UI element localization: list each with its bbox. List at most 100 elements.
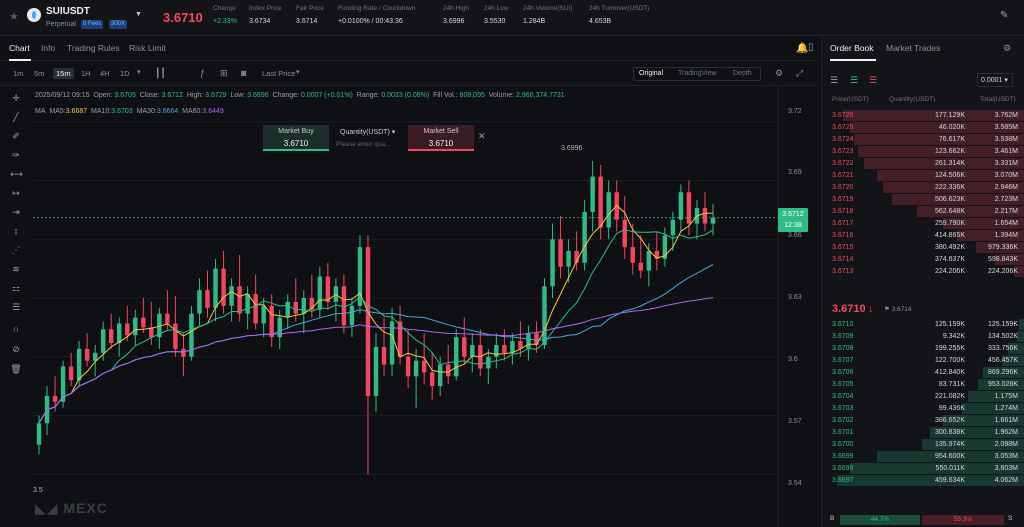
ask-row[interactable]: 3.6714 374.637K 598.843K [822, 254, 1024, 266]
candle-body[interactable] [293, 301, 298, 314]
settings-icon[interactable]: ⚙ [1003, 43, 1011, 54]
candle-body[interactable] [205, 290, 210, 308]
bid-row[interactable]: 3.6709 9.342K 134.502K [822, 331, 1024, 343]
quantity-input[interactable] [336, 139, 404, 149]
pen-icon[interactable]: ✑ [10, 150, 22, 161]
close-icon[interactable]: ✕ [478, 131, 486, 142]
settings-icon[interactable]: ⚙ [775, 68, 783, 79]
candle-body[interactable] [245, 294, 250, 314]
more-timeframes-icon[interactable]: ▾ [137, 68, 141, 76]
tab-risk-limit[interactable]: Risk Limit [129, 43, 166, 53]
bid-row[interactable]: 3.6708 199.255K 333.756K [822, 343, 1024, 355]
chart-area[interactable]: 2025/09/12 09:15 Open: 3.6705 Close: 3.6… [33, 87, 818, 527]
fullscreen-icon[interactable]: ⤢ [796, 68, 803, 79]
timeframe-15m[interactable]: 15m [53, 68, 74, 79]
candle-body[interactable] [237, 286, 242, 314]
trash-icon[interactable]: 🗑 [10, 364, 22, 375]
candle-body[interactable] [173, 323, 178, 349]
bid-row[interactable]: 3.6703 99.436K 1.274M [822, 403, 1024, 415]
candle-body[interactable] [100, 329, 106, 353]
horizontal-line-icon[interactable]: ⟷ [10, 169, 23, 180]
candle-body[interactable] [229, 286, 234, 306]
candle-body[interactable] [446, 364, 451, 377]
candle-body[interactable] [598, 176, 603, 228]
candle-body[interactable] [165, 313, 170, 324]
parallel-channel-icon[interactable]: ⋰ [10, 245, 22, 256]
crosshair-icon[interactable]: ✛ [10, 93, 22, 104]
candle-body[interactable] [510, 341, 515, 353]
ask-row[interactable]: 3.6713 224.206K 224.206K [822, 266, 1024, 278]
timeframe-4h[interactable]: 4H [100, 69, 110, 78]
ask-row[interactable]: 3.6723 123.662K 3.461M [822, 146, 1024, 158]
market-buy-button[interactable]: Market Buy 3.6710 [263, 125, 329, 151]
precision-select[interactable]: 0.0001 ▾ [977, 73, 1013, 87]
view-tradingview[interactable]: TradingView [678, 70, 717, 77]
candle-body[interactable] [454, 337, 459, 377]
eye-icon[interactable]: ⊘ [10, 344, 22, 355]
candle-body[interactable] [502, 344, 507, 353]
candle-body[interactable] [221, 268, 226, 306]
trend-line-icon[interactable]: ╱ [10, 112, 22, 123]
bid-row[interactable]: 3.6710 125.159K 125.159K [822, 319, 1024, 331]
ask-row[interactable]: 3.6718 562.648K 2.217M [822, 206, 1024, 218]
bid-row[interactable]: 3.6702 386.652K 1.661M [822, 415, 1024, 427]
tab-info[interactable]: Info [41, 43, 55, 53]
candle-body[interactable] [68, 366, 74, 381]
ask-row[interactable]: 3.6724 76.617K 3.538M [822, 134, 1024, 146]
ask-row[interactable]: 3.6716 414.865K 1.394M [822, 230, 1024, 242]
candle-body[interactable] [365, 247, 371, 396]
brush-icon[interactable]: ✐ [10, 131, 22, 142]
ray-icon[interactable]: ⇥ [10, 207, 22, 218]
indicator-icon[interactable]: ƒ [200, 68, 205, 78]
candle-body[interactable] [405, 356, 411, 377]
bid-row[interactable]: 3.6706 412.840K 869.296K [822, 367, 1024, 379]
tab-chart[interactable]: Chart [9, 43, 30, 53]
candle-body[interactable] [141, 317, 146, 328]
candle-type-icon[interactable]: ┃┃ [155, 68, 166, 79]
candle-body[interactable] [582, 211, 587, 263]
candle-body[interactable] [630, 247, 635, 263]
candle-body[interactable] [606, 192, 611, 228]
candle-body[interactable] [261, 305, 266, 324]
view-original[interactable]: Original [639, 70, 663, 77]
candle-body[interactable] [534, 333, 539, 345]
candle-body[interactable] [429, 372, 435, 387]
candle-body[interactable] [181, 348, 186, 357]
candle-body[interactable] [558, 239, 563, 267]
candle-body[interactable] [133, 317, 138, 336]
candle-body[interactable] [52, 395, 58, 402]
candle-body[interactable] [125, 323, 130, 336]
market-sell-button[interactable]: Market Sell 3.6710 [408, 125, 474, 151]
candle-body[interactable] [285, 301, 290, 318]
candle-body[interactable] [590, 176, 595, 212]
candle-body[interactable] [702, 207, 708, 224]
ask-row[interactable]: 3.6722 261.314K 3.331M [822, 158, 1024, 170]
candle-body[interactable] [349, 305, 355, 326]
candle-body[interactable] [413, 360, 419, 377]
tab-trading-rules[interactable]: Trading Rules [67, 43, 120, 53]
candle-body[interactable] [550, 239, 555, 287]
candle-body[interactable] [325, 276, 331, 302]
pencil-icon[interactable]: ✎ [1000, 10, 1008, 21]
candle-body[interactable] [494, 344, 499, 357]
bid-row[interactable]: 3.6701 300.838K 1.962M [822, 427, 1024, 439]
ask-row[interactable]: 3.6726 177.129K 3.762M [822, 110, 1024, 122]
candle-body[interactable] [678, 192, 684, 220]
ask-row[interactable]: 3.6715 380.492K 979.336K [822, 242, 1024, 254]
candle-body[interactable] [686, 192, 692, 224]
asks-view-icon[interactable]: ☰ [869, 75, 877, 86]
both-sides-view-icon[interactable]: ☰ [830, 75, 838, 86]
candle-body[interactable] [470, 344, 475, 357]
candle-body[interactable] [542, 286, 547, 345]
candlestick-chart[interactable] [33, 87, 818, 527]
ask-row[interactable]: 3.6721 124.506K 3.070M [822, 170, 1024, 182]
ask-row[interactable]: 3.6719 506.623K 2.723M [822, 194, 1024, 206]
magnet-icon[interactable]: ∩ [10, 324, 22, 334]
star-icon[interactable]: ★ [9, 10, 19, 23]
timeframe-1h[interactable]: 1H [81, 69, 91, 78]
bid-row[interactable]: 3.6707 122.700K 456.457K [822, 355, 1024, 367]
candle-body[interactable] [301, 298, 306, 314]
bell-icon[interactable]: 🔔 [796, 43, 808, 54]
bid-row[interactable]: 3.6705 83.731K 953.028K [822, 379, 1024, 391]
candle-body[interactable] [84, 348, 90, 361]
